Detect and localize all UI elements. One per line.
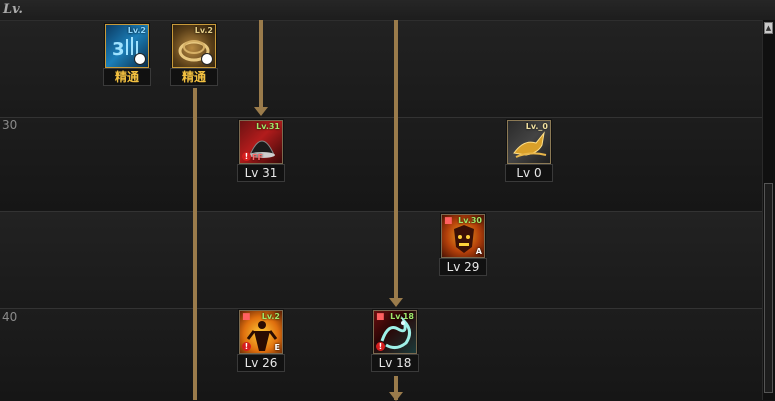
row-band	[0, 212, 762, 308]
skill-slot[interactable]: ■ Lv.2 ! E Lv 26	[237, 310, 285, 372]
warning-icon: !	[242, 152, 251, 161]
scroll-skill-icon: Lv.2	[172, 24, 216, 68]
skill-level-label: Lv 29	[439, 258, 487, 276]
skill-level-label: Lv 0	[505, 164, 553, 182]
golden-steed-skill-icon: Lv._0	[507, 120, 551, 164]
skill-slot[interactable]: Lv.31 ! FF Lv 31	[237, 120, 285, 182]
arrow-head-icon	[254, 107, 268, 116]
dark-cloak-skill-icon: Lv.31 ! FF	[239, 120, 283, 164]
svg-text:3: 3	[112, 39, 125, 60]
skill-slot[interactable]: Lv._0 Lv 0	[505, 120, 553, 182]
scroll-up-icon[interactable]: ▲	[764, 22, 773, 34]
level-header: Lv.	[0, 0, 775, 21]
circuit-skill-icon: Lv.2 3	[105, 24, 149, 68]
mastery-label: 精通	[170, 68, 218, 86]
mastery-skill[interactable]: Lv.2 3 精通	[103, 24, 151, 86]
row-band	[0, 118, 762, 211]
lv-header-label: Lv.	[3, 2, 23, 17]
scrollbar-thumb[interactable]	[764, 183, 773, 393]
skill-level-label: Lv 18	[371, 354, 419, 372]
prereq-line	[394, 20, 398, 300]
skill-slot[interactable]: ■ Lv.18 ! Lv 18	[371, 310, 419, 372]
skill-level-label: Lv 26	[237, 354, 285, 372]
prereq-line	[193, 88, 197, 400]
skill-corner-tag: A	[475, 247, 482, 256]
clock-icon	[201, 53, 213, 65]
demon-face-skill-icon: ■ Lv.30 A	[441, 214, 485, 258]
row-level-40: 40	[2, 310, 18, 324]
skill-corner-tag: FF	[252, 153, 263, 162]
clock-icon	[134, 53, 146, 65]
prereq-line	[259, 20, 263, 108]
mastery-label: 精通	[103, 68, 151, 86]
warning-icon: !	[376, 342, 385, 351]
spirit-dragon-skill-icon: ■ Lv.18 !	[373, 310, 417, 354]
skill-slot[interactable]: ■ Lv.30 A Lv 29	[439, 214, 487, 276]
skill-level-label: Lv 31	[237, 164, 285, 182]
arrow-head-icon	[389, 298, 403, 307]
skill-corner-tag: E	[274, 343, 280, 352]
warning-icon: !	[242, 342, 251, 351]
mastery-skill[interactable]: Lv.2 精通	[170, 24, 218, 86]
row-level-30: 30	[2, 118, 18, 132]
flame-figure-skill-icon: ■ Lv.2 ! E	[239, 310, 283, 354]
